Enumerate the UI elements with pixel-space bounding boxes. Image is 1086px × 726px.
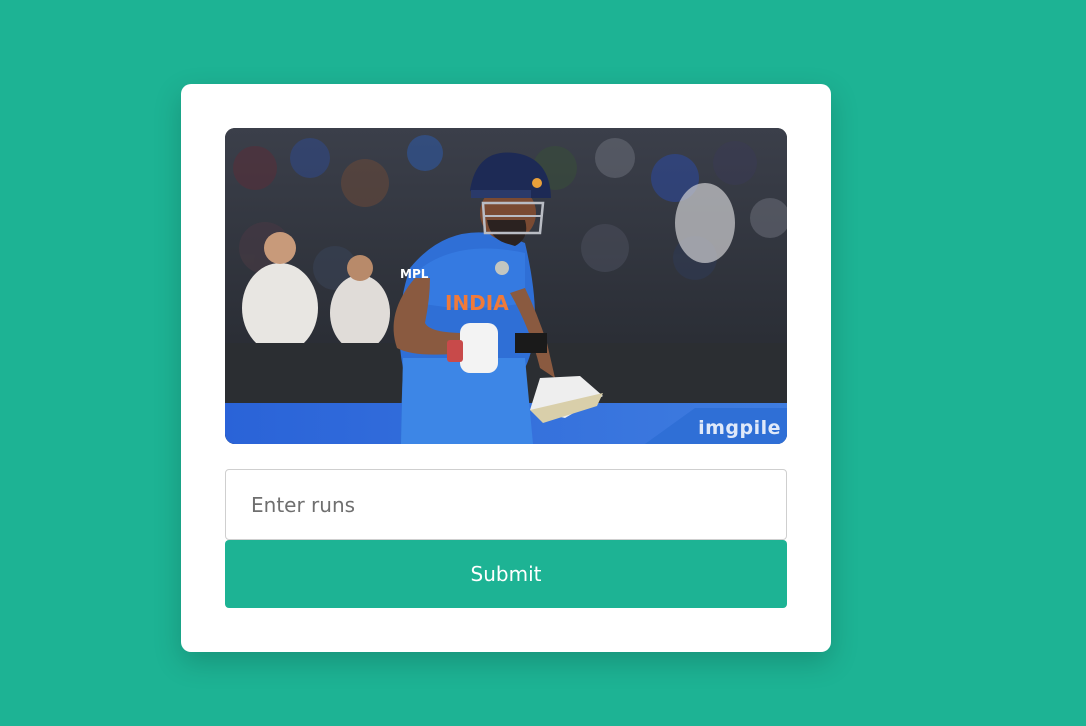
jersey-text: INDIA: [445, 291, 509, 315]
cricketer-illustration: INDIA MPL: [225, 128, 787, 444]
runs-input[interactable]: [225, 469, 787, 540]
runs-form-card: INDIA MPL imgpile Submit: [181, 84, 831, 652]
submit-button[interactable]: Submit: [225, 540, 787, 608]
image-watermark: imgpile: [698, 417, 781, 439]
cricketer-photo: INDIA MPL imgpile: [225, 128, 787, 444]
